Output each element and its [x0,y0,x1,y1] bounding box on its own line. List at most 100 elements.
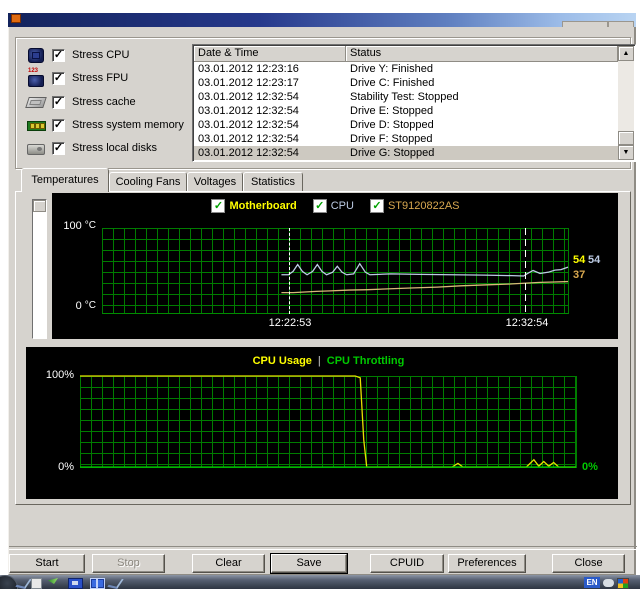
quicklaunch-dart-icon[interactable] [48,578,58,584]
tray-cloud-icon[interactable] [603,579,614,587]
cpu-chip-icon [26,47,46,63]
cpu-usage-title: CPU Usage [252,355,312,367]
legend-motherboard: ✓ Motherboard [211,199,297,213]
temperature-grid [102,228,569,314]
system-stability-test-window: ✓ Stress CPU 123 ✓ Stress FPU ✓ Stress c… [8,27,637,575]
cpuid-button[interactable]: CPUID [370,554,444,573]
temperature-legend: ✓ Motherboard ✓ CPU ✓ ST9120822AS [102,199,569,213]
tray-app-icon[interactable] [617,578,629,589]
window-titlebar[interactable] [8,13,636,28]
event-log-list[interactable]: Date & Time Status 03.01.2012 12:23:16 Dr… [192,44,636,162]
log-scrollbar[interactable]: ▲ ▼ [618,46,634,160]
x-tick-start-time: 12:22:53 [268,317,312,329]
log-cell-status: Drive Y: Finished [350,63,433,75]
legend-cpu: ✓ CPU [312,199,354,213]
checkmark-icon: ✓ [53,72,64,84]
taskbar[interactable]: EN [0,575,640,589]
y-axis-min-label: 0% [58,461,74,473]
log-cell-time: 03.01.2012 12:32:54 [198,105,299,117]
tab-voltages[interactable]: Voltages [187,172,243,191]
log-cell-time: 03.01.2012 12:23:16 [198,63,299,75]
log-column-status[interactable]: Status [346,46,618,62]
clear-button[interactable]: Clear [192,554,265,573]
checkmark-icon: ✓ [213,199,224,212]
tab-cooling-fans[interactable]: Cooling Fans [109,172,187,191]
preferences-button[interactable]: Preferences [448,554,526,573]
x-tick-end-time: 12:32:54 [505,317,549,329]
temperatures-tab-page: ✓ Motherboard ✓ CPU ✓ ST9120822AS 100 °C… [15,191,631,505]
y-axis-min-label: 0 °C [75,300,96,312]
usage-lines [80,375,576,468]
test-options-group: ✓ Stress CPU 123 ✓ Stress FPU ✓ Stress c… [15,37,636,169]
log-cell-time: 03.01.2012 12:32:54 [198,119,299,131]
hdd-value-label: 37 [573,269,586,281]
stress-cache-checkbox[interactable]: ✓ [52,95,65,109]
window-icon [11,14,21,23]
language-indicator[interactable]: EN [584,577,600,588]
log-column-date[interactable]: Date & Time [194,46,346,62]
separator [9,546,637,550]
title-separator: | [317,355,321,367]
log-cell-status: Drive E: Stopped [350,105,434,117]
stress-memory-checkbox[interactable]: ✓ [52,118,65,132]
tab-temperatures[interactable]: Temperatures [21,168,109,192]
tab-statistics[interactable]: Statistics [243,172,303,191]
quicklaunch-document-icon[interactable] [31,578,42,589]
stress-memory-row: ✓ Stress system memory [26,116,184,134]
stress-cpu-checkbox[interactable]: ✓ [52,48,65,62]
checkmark-icon: ✓ [53,119,64,131]
fpu-chip-icon: 123 [26,68,46,87]
log-header: Date & Time Status [194,46,618,62]
log-cell-time: 03.01.2012 12:32:54 [198,91,299,103]
legend-cpu-checkbox[interactable]: ✓ [312,199,327,213]
table-row[interactable]: 03.01.2012 12:32:54 Drive E: Stopped [194,104,618,118]
table-row-selected[interactable]: 03.01.2012 12:32:54 Drive G: Stopped [194,146,618,160]
close-button[interactable]: Close [552,554,625,573]
table-row[interactable]: 03.01.2012 12:23:16 Drive Y: Finished [194,62,618,76]
table-row[interactable]: 03.01.2012 12:32:54 Drive F: Stopped [194,132,618,146]
stress-memory-label: Stress system memory [72,119,184,131]
stress-fpu-checkbox[interactable]: ✓ [52,71,65,85]
cpu-value-label: 54 [588,254,601,266]
checkmark-icon: ✓ [372,199,382,212]
table-row[interactable]: 03.01.2012 12:32:54 Stability Test: Stopp… [194,90,618,104]
log-rows: 03.01.2012 12:23:16 Drive Y: Finished 03.… [194,62,618,160]
scrollbar-thumb[interactable] [618,131,634,145]
chart-scale-slider[interactable] [32,199,47,339]
log-cell-status: Drive G: Stopped [350,147,435,159]
stop-button: Stop [92,554,165,573]
memory-module-icon [26,117,46,133]
legend-hdd-checkbox[interactable]: ✓ [369,199,384,213]
slider-thumb[interactable] [33,200,46,212]
hard-disk-icon [26,140,46,156]
stress-cache-label: Stress cache [72,96,136,108]
table-row[interactable]: 03.01.2012 12:32:54 Drive D: Stopped [194,118,618,132]
cpu-usage-chart-panel: CPU Usage | CPU Throttling 100% 0% 0% [26,347,618,499]
checkmark-icon: ✓ [53,96,64,108]
scroll-up-icon[interactable]: ▲ [618,46,634,61]
start-button[interactable]: Start [9,554,85,573]
legend-motherboard-label: Motherboard [229,200,297,212]
quicklaunch-grid-icon[interactable] [90,578,105,589]
log-cell-status: Drive D: Stopped [350,119,434,131]
stress-fpu-label: Stress FPU [72,72,129,84]
log-cell-status: Drive F: Stopped [350,133,433,145]
log-cell-time: 03.01.2012 12:32:54 [198,133,299,145]
scroll-down-icon[interactable]: ▼ [618,145,634,160]
motherboard-value-label: 54 [573,254,586,266]
save-button[interactable]: Save [271,554,347,573]
stress-disks-row: ✓ Stress local disks [26,139,157,157]
usage-chart-title: CPU Usage | CPU Throttling [80,355,577,367]
stress-disks-checkbox[interactable]: ✓ [52,141,65,155]
quicklaunch-swoosh-icon[interactable] [107,576,124,589]
table-row[interactable]: 03.01.2012 12:23:17 Drive C: Finished [194,76,618,90]
cache-chip-icon [25,94,47,110]
usage-grid [80,375,577,468]
legend-motherboard-checkbox[interactable]: ✓ [211,199,226,213]
cpu-throttling-title: CPU Throttling [326,355,405,367]
stress-cpu-label: Stress CPU [72,49,130,61]
test-start-marker [289,228,291,314]
y-axis-max-label: 100 °C [63,220,96,232]
quicklaunch-media-icon[interactable] [68,578,83,589]
quicklaunch-swoosh-icon[interactable] [15,576,32,589]
